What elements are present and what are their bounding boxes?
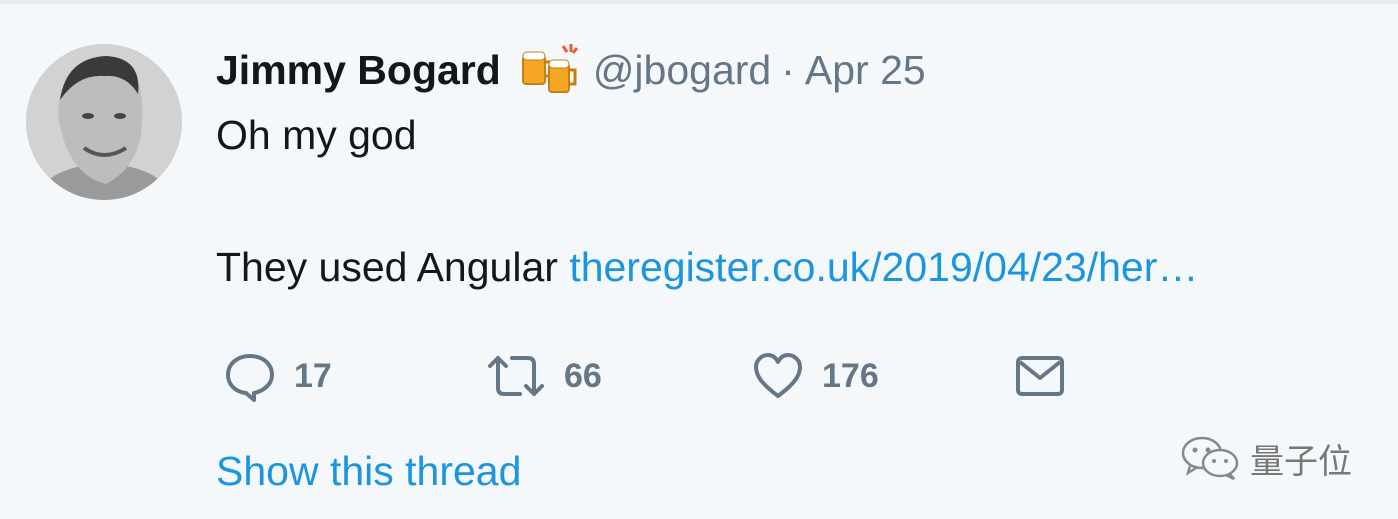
message-button[interactable] bbox=[1014, 346, 1066, 406]
like-count: 176 bbox=[822, 356, 879, 395]
retweet-count: 66 bbox=[564, 356, 602, 395]
reply-count: 17 bbox=[294, 356, 332, 395]
like-button[interactable]: 176 bbox=[752, 346, 879, 406]
tweet-text-line1: Oh my god bbox=[216, 112, 417, 158]
tweet-header: Jimmy Bogard @jbogard · Apr 25 bbox=[216, 40, 926, 100]
retweet-button[interactable]: 66 bbox=[486, 346, 602, 406]
beer-mugs-emoji-icon bbox=[519, 42, 579, 98]
tweet-actions: 17 66 176 bbox=[224, 346, 1084, 406]
watermark-text: 量子位 bbox=[1250, 441, 1352, 482]
reply-button[interactable]: 17 bbox=[224, 346, 332, 406]
tweet-text: They used Angular bbox=[216, 244, 558, 290]
avatar-photo bbox=[26, 44, 182, 200]
header-separator: · bbox=[781, 46, 795, 93]
retweet-icon bbox=[488, 356, 544, 396]
avatar[interactable] bbox=[26, 44, 182, 200]
tweet-date[interactable]: Apr 25 bbox=[805, 47, 926, 94]
heart-icon bbox=[754, 353, 802, 398]
reply-icon bbox=[226, 354, 274, 402]
wechat-icon bbox=[1181, 436, 1239, 481]
author-name[interactable]: Jimmy Bogard bbox=[216, 47, 501, 94]
tweet-link[interactable]: theregister.co.uk/2019/04/23/her… bbox=[569, 244, 1198, 290]
show-thread-link[interactable]: Show this thread bbox=[216, 448, 521, 495]
tweet-text-line2: They used Angular theregister.co.uk/2019… bbox=[216, 244, 1198, 291]
author-handle[interactable]: @jbogard bbox=[593, 47, 771, 94]
top-divider bbox=[0, 0, 1398, 4]
mail-icon bbox=[1016, 356, 1064, 396]
watermark: 量子位 bbox=[1180, 430, 1352, 486]
